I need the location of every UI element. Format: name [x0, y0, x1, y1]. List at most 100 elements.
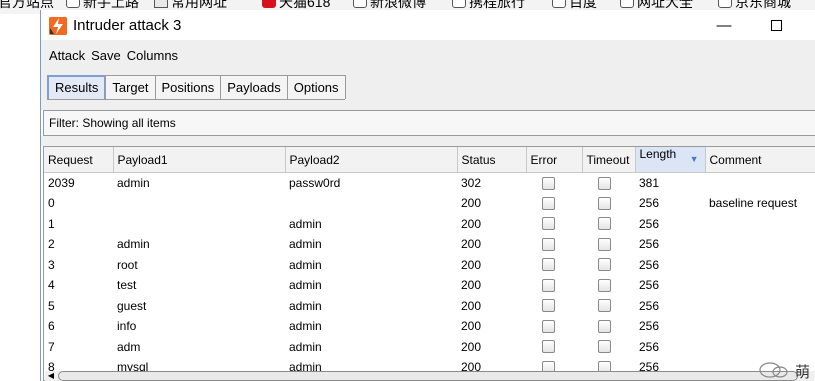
table-row[interactable]: 2 admin admin 200 256 [44, 234, 815, 255]
bookmark-item[interactable]: 常用网址 [154, 0, 227, 9]
timeout-checkbox[interactable] [598, 176, 611, 190]
tmall-icon [262, 0, 276, 8]
cell-payload1: admin [117, 237, 150, 252]
globe-icon [718, 0, 732, 8]
bookmark-item[interactable]: 新浪微博 [353, 0, 426, 10]
timeout-checkbox[interactable] [598, 258, 611, 272]
cell-comment [705, 255, 815, 276]
tab-payloads[interactable]: Payloads [220, 75, 288, 99]
title-bar[interactable]: Intruder attack 3 — [41, 10, 815, 40]
cell-status: 200 [461, 278, 482, 293]
globe-icon [452, 0, 466, 8]
maximize-icon [770, 20, 782, 31]
cell-error [526, 296, 582, 317]
bookmark-label: 官方站点 [0, 0, 54, 10]
cell-payload2: admin [289, 319, 322, 334]
burp-logo-icon [49, 17, 67, 35]
column-header-status[interactable]: Status [457, 147, 527, 173]
timeout-checkbox[interactable] [598, 319, 611, 333]
bookmark-label: 携程旅行 [469, 0, 525, 10]
scroll-thumb[interactable] [58, 371, 798, 381]
cell-payload2: admin [289, 339, 322, 354]
table-row[interactable]: 2039 admin passw0rd 302 381 [44, 173, 815, 194]
maximize-button[interactable] [763, 16, 789, 36]
cell-error [526, 337, 582, 358]
cell-payload2 [285, 193, 457, 214]
cell-status: 302 [461, 176, 482, 190]
column-header-request[interactable]: Request [44, 147, 114, 173]
timeout-checkbox[interactable] [598, 237, 611, 251]
column-header-error[interactable]: Error [526, 147, 583, 173]
bookmark-item[interactable]: 天猫618 [262, 0, 330, 9]
table-row[interactable]: 1 admin 200 256 [44, 214, 815, 235]
column-header-comment[interactable]: Comment [705, 147, 815, 173]
cell-payload1: info [117, 319, 137, 334]
cell-comment [705, 214, 815, 235]
bookmark-item[interactable]: 网址大全 [620, 0, 693, 10]
error-checkbox[interactable] [542, 196, 555, 210]
bookmark-label: 百度 [569, 0, 597, 10]
timeout-checkbox[interactable] [598, 196, 611, 210]
error-checkbox[interactable] [542, 278, 555, 292]
bookmark-item[interactable]: 新手上路 [66, 0, 139, 10]
tab-target[interactable]: Target [105, 75, 156, 99]
cell-payload1 [113, 214, 285, 235]
cell-timeout [582, 214, 635, 235]
table-row[interactable]: 6 info admin 200 256 [44, 316, 815, 337]
menu-bar: Attack Save Columns [41, 40, 815, 70]
tab-options[interactable]: Options [286, 75, 346, 99]
cell-request: 3 [48, 257, 55, 272]
cell-status: 200 [461, 196, 482, 211]
cell-request: 7 [48, 339, 55, 354]
horizontal-scrollbar[interactable]: ◀ [45, 371, 815, 381]
bookmark-label: 京东商城 [735, 0, 791, 10]
column-header-timeout[interactable]: Timeout [582, 147, 636, 173]
column-header-length[interactable]: Length ▼ [635, 147, 706, 173]
tab-results[interactable]: Results [47, 75, 107, 99]
cell-payload2: passw0rd [289, 176, 341, 190]
error-checkbox[interactable] [542, 258, 555, 272]
timeout-checkbox[interactable] [598, 340, 611, 354]
table-row[interactable]: 5 guest admin 200 256 [44, 296, 815, 317]
bookmark-item[interactable]: 百度 [552, 0, 597, 10]
bookmark-item[interactable]: 京东商城 [718, 0, 791, 10]
bookmark-item[interactable]: 携程旅行 [452, 0, 525, 10]
table-row[interactable]: 3 root admin 200 256 [44, 255, 815, 276]
globe-icon [552, 0, 566, 8]
column-header-payload2[interactable]: Payload2 [285, 147, 458, 173]
timeout-checkbox[interactable] [598, 278, 611, 292]
cell-comment: baseline request [709, 196, 798, 211]
bookmark-label: 新手上路 [83, 0, 139, 10]
error-checkbox[interactable] [542, 299, 555, 313]
scroll-left-arrow-icon[interactable]: ◀ [45, 371, 57, 381]
cell-timeout [582, 275, 635, 296]
cell-error [526, 214, 582, 235]
menu-save[interactable]: Save [91, 48, 121, 63]
bookmark-item[interactable]: 官方站点 [0, 0, 54, 10]
error-checkbox[interactable] [542, 237, 555, 251]
cell-comment [705, 316, 815, 337]
cell-comment [705, 173, 815, 194]
error-checkbox[interactable] [542, 176, 555, 190]
bookmark-label: 网址大全 [637, 0, 693, 10]
tab-positions[interactable]: Positions [154, 75, 222, 99]
menu-attack[interactable]: Attack [49, 48, 85, 63]
timeout-checkbox[interactable] [598, 217, 611, 231]
table-row[interactable]: 0 200 256 baseline request [44, 193, 815, 214]
minimize-button[interactable]: — [711, 16, 737, 36]
cell-length: 256 [639, 319, 660, 334]
globe-icon [353, 0, 367, 8]
filter-bar[interactable]: Filter: Showing all items [43, 110, 815, 136]
error-checkbox[interactable] [542, 217, 555, 231]
cell-payload1: root [117, 257, 138, 272]
menu-columns[interactable]: Columns [127, 48, 178, 63]
error-checkbox[interactable] [542, 340, 555, 354]
bookmark-label: 新浪微博 [370, 0, 426, 10]
cell-request: 1 [48, 216, 55, 231]
column-header-payload1[interactable]: Payload1 [113, 147, 286, 173]
table-row[interactable]: 4 test admin 200 256 [44, 275, 815, 296]
window-title: Intruder attack 3 [73, 17, 182, 34]
timeout-checkbox[interactable] [598, 299, 611, 313]
error-checkbox[interactable] [542, 319, 555, 333]
table-row[interactable]: 7 adm admin 200 256 [44, 337, 815, 358]
